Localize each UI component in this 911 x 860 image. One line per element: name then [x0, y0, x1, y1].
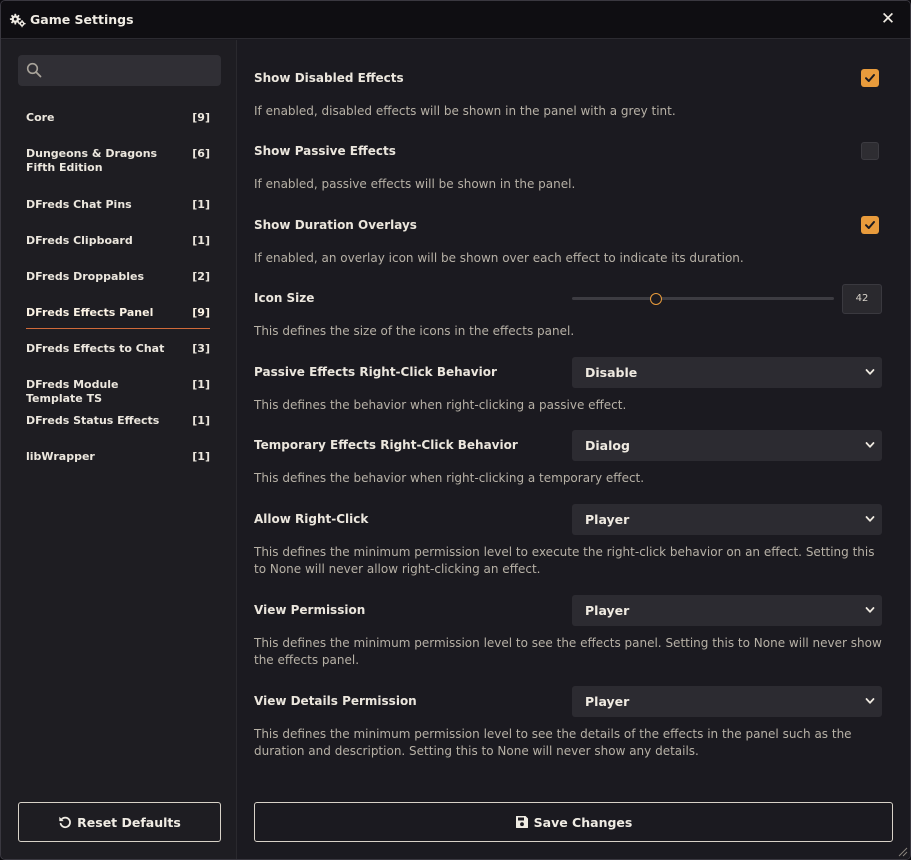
category-dfreds-module-template-ts[interactable]: DFreds Module Template TS [1] — [26, 378, 210, 405]
search-field[interactable] — [18, 55, 221, 86]
category-count: [9] — [192, 306, 210, 319]
category-label: DFreds Clipboard — [26, 234, 133, 247]
temporary-right-click-select[interactable]: Dialog — [572, 430, 882, 461]
setting-hint-show-passive-effects: If enabled, passive effects will be show… — [254, 177, 576, 191]
allow-right-click-select[interactable]: Player — [572, 504, 882, 535]
close-icon: ✕ — [880, 9, 896, 29]
category-count: [2] — [192, 270, 210, 283]
chevron-down-icon — [865, 442, 875, 448]
gears-icon — [9, 13, 26, 28]
icon-size-slider[interactable] — [572, 297, 834, 300]
view-details-permission-select[interactable]: Player — [572, 686, 882, 717]
checkmark-icon — [865, 221, 875, 229]
show-duration-overlays-checkbox[interactable] — [861, 216, 879, 234]
category-sidebar: Core [9] Dungeons & Dragons Fifth Editio… — [1, 40, 237, 859]
checkmark-icon — [865, 74, 875, 82]
icon-size-value: 42 — [842, 284, 882, 314]
category-dfreds-chat-pins[interactable]: DFreds Chat Pins [1] — [26, 198, 210, 214]
category-count: [1] — [192, 378, 210, 391]
setting-hint-show-duration-overlays: If enabled, an overlay icon will be show… — [254, 251, 744, 265]
chevron-down-icon — [865, 698, 875, 704]
setting-hint-show-disabled-effects: If enabled, disabled effects will be sho… — [254, 104, 676, 118]
category-dfreds-effects-panel[interactable]: DFreds Effects Panel [9] — [26, 306, 210, 322]
category-count: [1] — [192, 414, 210, 427]
category-label: Dungeons & Dragons Fifth Edition — [26, 147, 158, 174]
category-label: DFreds Effects to Chat — [26, 342, 165, 355]
save-changes-label: Save Changes — [533, 814, 633, 830]
setting-hint-passive-right-click: This defines the behavior when right-cli… — [254, 398, 627, 412]
setting-hint-allow-right-click: This defines the minimum permission leve… — [254, 545, 875, 576]
setting-label-show-passive-effects: Show Passive Effects — [254, 144, 396, 158]
setting-label-temporary-right-click: Temporary Effects Right-Click Behavior — [254, 438, 518, 452]
undo-icon — [59, 816, 72, 829]
category-label: DFreds Effects Panel — [26, 306, 154, 319]
show-passive-effects-checkbox[interactable] — [861, 142, 879, 160]
category-count: [1] — [192, 198, 210, 211]
select-value: Player — [585, 694, 630, 709]
select-value: Dialog — [585, 438, 630, 453]
setting-hint-view-permission: This defines the minimum permission leve… — [254, 636, 882, 667]
reset-defaults-label: Reset Defaults — [77, 814, 181, 830]
category-label: DFreds Status Effects — [26, 414, 160, 427]
category-count: [6] — [192, 147, 210, 160]
close-button[interactable]: ✕ — [880, 10, 896, 28]
category-label: DFreds Chat Pins — [26, 198, 132, 211]
category-core[interactable]: Core [9] — [26, 111, 210, 127]
save-icon — [515, 816, 528, 828]
category-count: [1] — [192, 234, 210, 247]
setting-label-show-duration-overlays: Show Duration Overlays — [254, 218, 417, 232]
select-value: Player — [585, 603, 630, 618]
category-label: DFreds Droppables — [26, 270, 145, 283]
passive-right-click-select[interactable]: Disable — [572, 357, 882, 388]
chevron-down-icon — [865, 369, 875, 375]
select-value: Player — [585, 512, 630, 527]
setting-label-show-disabled-effects: Show Disabled Effects — [254, 71, 404, 85]
window-title: Game Settings — [30, 12, 134, 27]
game-settings-window: Game Settings ✕ Core [9] Dungeons & Drag… — [0, 0, 911, 860]
setting-hint-icon-size: This defines the size of the icons in th… — [254, 324, 575, 338]
setting-label-view-permission: View Permission — [254, 603, 366, 617]
save-changes-button[interactable]: Save Changes — [254, 802, 893, 842]
view-permission-select[interactable]: Player — [572, 595, 882, 626]
setting-label-view-details-permission: View Details Permission — [254, 694, 417, 708]
search-input[interactable] — [48, 59, 216, 82]
chevron-down-icon — [865, 516, 875, 522]
category-count: [3] — [192, 342, 210, 355]
category-label: Core — [26, 111, 55, 124]
icon-size-slider-thumb[interactable] — [649, 293, 662, 305]
category-count: [9] — [192, 111, 210, 124]
category-count: [1] — [192, 450, 210, 463]
category-label: DFreds Module Template TS — [26, 378, 119, 405]
setting-label-passive-right-click: Passive Effects Right-Click Behavior — [254, 365, 497, 379]
category-dfreds-status-effects[interactable]: DFreds Status Effects [1] — [26, 414, 210, 430]
setting-label-icon-size: Icon Size — [254, 291, 315, 305]
search-icon — [26, 62, 42, 78]
category-libwrapper[interactable]: libWrapper [1] — [26, 450, 210, 466]
window-titlebar[interactable]: Game Settings ✕ — [1, 1, 910, 39]
active-category-underline — [26, 328, 210, 329]
setting-hint-temporary-right-click: This defines the behavior when right-cli… — [254, 471, 645, 485]
category-dfreds-droppables[interactable]: DFreds Droppables [2] — [26, 270, 210, 286]
category-label: libWrapper — [26, 450, 95, 463]
category-dnd5e[interactable]: Dungeons & Dragons Fifth Edition [6] — [26, 147, 210, 177]
show-disabled-effects-checkbox[interactable] — [861, 69, 879, 87]
resize-handle-icon[interactable] — [898, 847, 908, 857]
setting-hint-view-details-permission: This defines the minimum permission leve… — [254, 727, 852, 758]
category-dfreds-clipboard[interactable]: DFreds Clipboard [1] — [26, 234, 210, 250]
settings-panel: Show Disabled Effects If enabled, disabl… — [238, 40, 910, 859]
category-dfreds-effects-to-chat[interactable]: DFreds Effects to Chat [3] — [26, 342, 210, 358]
select-value: Disable — [585, 365, 638, 380]
chevron-down-icon — [865, 607, 875, 613]
reset-defaults-button[interactable]: Reset Defaults — [18, 802, 221, 842]
setting-label-allow-right-click: Allow Right-Click — [254, 512, 369, 526]
